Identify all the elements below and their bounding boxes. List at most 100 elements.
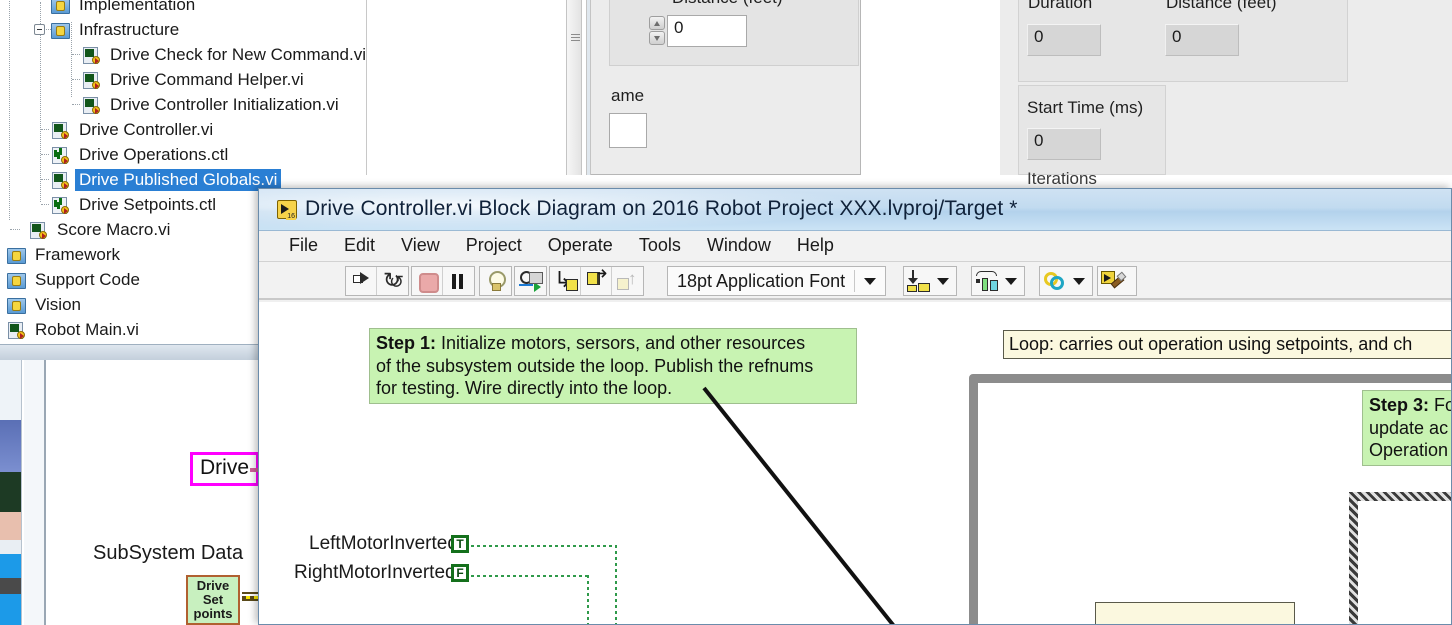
tree-item-label: Drive Setpoints.ctl [75,194,220,216]
right-motor-inverted-wire-vertical [587,575,589,625]
strip-segment [0,512,22,540]
step-out-icon[interactable] [612,267,643,295]
vi-icon [50,122,69,139]
right-motor-inverted-label: RightMotorInverted [294,562,456,584]
align-objects-button[interactable] [903,266,957,296]
distance-feet-label: Distance (feet) [672,0,783,8]
distance-feet-input[interactable]: 0 [1165,24,1239,56]
menu-view[interactable]: View [388,231,453,260]
duration-label: Duration [1028,0,1092,13]
tree-item-label: Drive Published Globals.vi [75,169,281,191]
ctl-icon [50,147,69,164]
front-panel-vertical-scrollbar[interactable] [566,0,582,175]
project-window-bottom-edge [0,344,266,360]
loop-note-text: Loop: carries out operation using setpoi… [1009,334,1412,354]
tree-item-implementation[interactable]: Implementation [0,0,600,17]
tree-item-drive-check-for-new-command[interactable]: Drive Check for New Command.vi [0,42,600,67]
toolbar-run-group[interactable] [345,266,409,296]
step3-comment[interactable]: Step 3: Fo update ac Operation [1362,390,1452,466]
tree-item-label: Support Code [31,269,144,291]
spinner-up-arrow-icon[interactable] [649,16,665,30]
distance-feet-input[interactable]: 0 [667,15,747,47]
tree-item-label: Robot Main.vi [31,319,143,341]
toolbar-probe-group[interactable] [514,266,547,296]
subsystem-data-label: SubSystem Data [93,542,243,565]
start-time-input[interactable]: 0 [1027,128,1101,160]
folder-icon [6,272,25,289]
distance-feet-label: Distance (feet) [1166,0,1277,13]
tree-item-drive-command-helper[interactable]: Drive Command Helper.vi [0,67,600,92]
pause-icon[interactable] [443,267,474,295]
window-titlebar[interactable]: Drive Controller.vi Block Diagram on 201… [259,189,1451,231]
inner-case-structure[interactable] [1349,492,1452,625]
menu-window[interactable]: Window [694,231,784,260]
toolbar-step-group[interactable] [549,266,644,296]
chevron-down-icon[interactable] [937,278,949,285]
step-into-icon[interactable] [550,267,581,295]
distribute-objects-button[interactable] [971,266,1025,296]
toolbar-abort-group[interactable] [411,266,475,296]
menu-operate[interactable]: Operate [535,231,626,260]
start-time-ms-label: Start Time (ms) [1027,98,1143,118]
left-motor-inverted-constant[interactable]: T [451,535,469,553]
menu-file[interactable]: File [276,231,331,260]
tree-guide-stub [41,179,49,180]
vi-icon [81,97,100,114]
left-motor-inverted-wire-vertical [615,545,617,625]
toolbar[interactable]: 18pt Application Font [259,262,1451,300]
labview-vi-icon [277,200,297,219]
clean-up-diagram-button[interactable] [1097,266,1137,296]
light-bulb-icon[interactable] [480,267,511,295]
menu-bar[interactable]: File Edit View Project Operate Tools Win… [259,231,1451,262]
collapse-expander-icon[interactable] [34,24,45,35]
distribute-objects-icon [974,269,1000,293]
drive-terminal-label: Drive [190,452,259,486]
vi-icon [81,72,100,89]
spinner-down-arrow-icon[interactable] [649,31,665,45]
menu-tools[interactable]: Tools [626,231,694,260]
run-arrow-icon[interactable] [346,267,377,295]
font-name-label: 18pt Application Font [668,271,854,292]
clean-up-diagram-icon [1100,269,1126,293]
screen-root: Implementation Infrastructure Drive Chec… [0,0,1452,625]
chevron-down-icon[interactable] [864,278,876,285]
tree-item-drive-controller-initialization[interactable]: Drive Controller Initialization.vi [0,92,600,117]
strip-segment [0,540,22,554]
tree-item-label: Drive Operations.ctl [75,144,232,166]
step1-bold: Step 1: [376,333,436,353]
reorder-button[interactable] [1039,266,1093,296]
menu-edit[interactable]: Edit [331,231,388,260]
strip-segment-folder-icons [0,420,22,472]
tree-item-infrastructure[interactable]: Infrastructure [0,17,600,42]
distance-spinner[interactable] [649,16,665,46]
menu-help[interactable]: Help [784,231,847,260]
left-edge-window-strip [0,360,22,625]
tree-item-drive-controller[interactable]: Drive Controller.vi [0,117,600,142]
tree-item-label: Drive Controller Initialization.vi [106,94,343,116]
align-objects-icon [906,269,932,293]
front-panel-window-mid: Distance (feet) 0 ame [586,0,861,175]
toolbar-highlight-group[interactable] [479,266,512,296]
menu-project[interactable]: Project [453,231,535,260]
name-input[interactable] [609,113,647,148]
font-selector[interactable]: 18pt Application Font [667,266,886,296]
duration-input[interactable]: 0 [1027,24,1101,56]
loop-note-comment[interactable]: Loop: carries out operation using setpoi… [1003,330,1452,359]
iterations-label: Iterations [1027,169,1097,189]
tree-item-label: Implementation [75,0,199,16]
run-continuously-icon[interactable] [377,267,408,295]
right-motor-inverted-constant[interactable]: F [451,564,469,582]
chevron-down-icon[interactable] [1005,278,1017,285]
tree-item-label: Score Macro.vi [53,219,174,241]
tree-item-label: Drive Controller.vi [75,119,217,141]
bottom-comment-box[interactable] [1095,602,1295,625]
tree-item-drive-operations-ctl[interactable]: Drive Operations.ctl [0,142,600,167]
chevron-down-icon[interactable] [1073,278,1085,285]
drive-setpoints-node[interactable]: Drive Set points [186,575,240,625]
reorder-icon [1042,269,1068,293]
probe-retain-values-icon[interactable] [515,267,546,295]
abort-execution-icon[interactable] [412,267,443,295]
step-over-icon[interactable] [581,267,612,295]
front-panel-window-edge [586,0,591,175]
block-diagram-canvas[interactable]: Step 1: Initialize motors, sersors, and … [259,302,1452,625]
